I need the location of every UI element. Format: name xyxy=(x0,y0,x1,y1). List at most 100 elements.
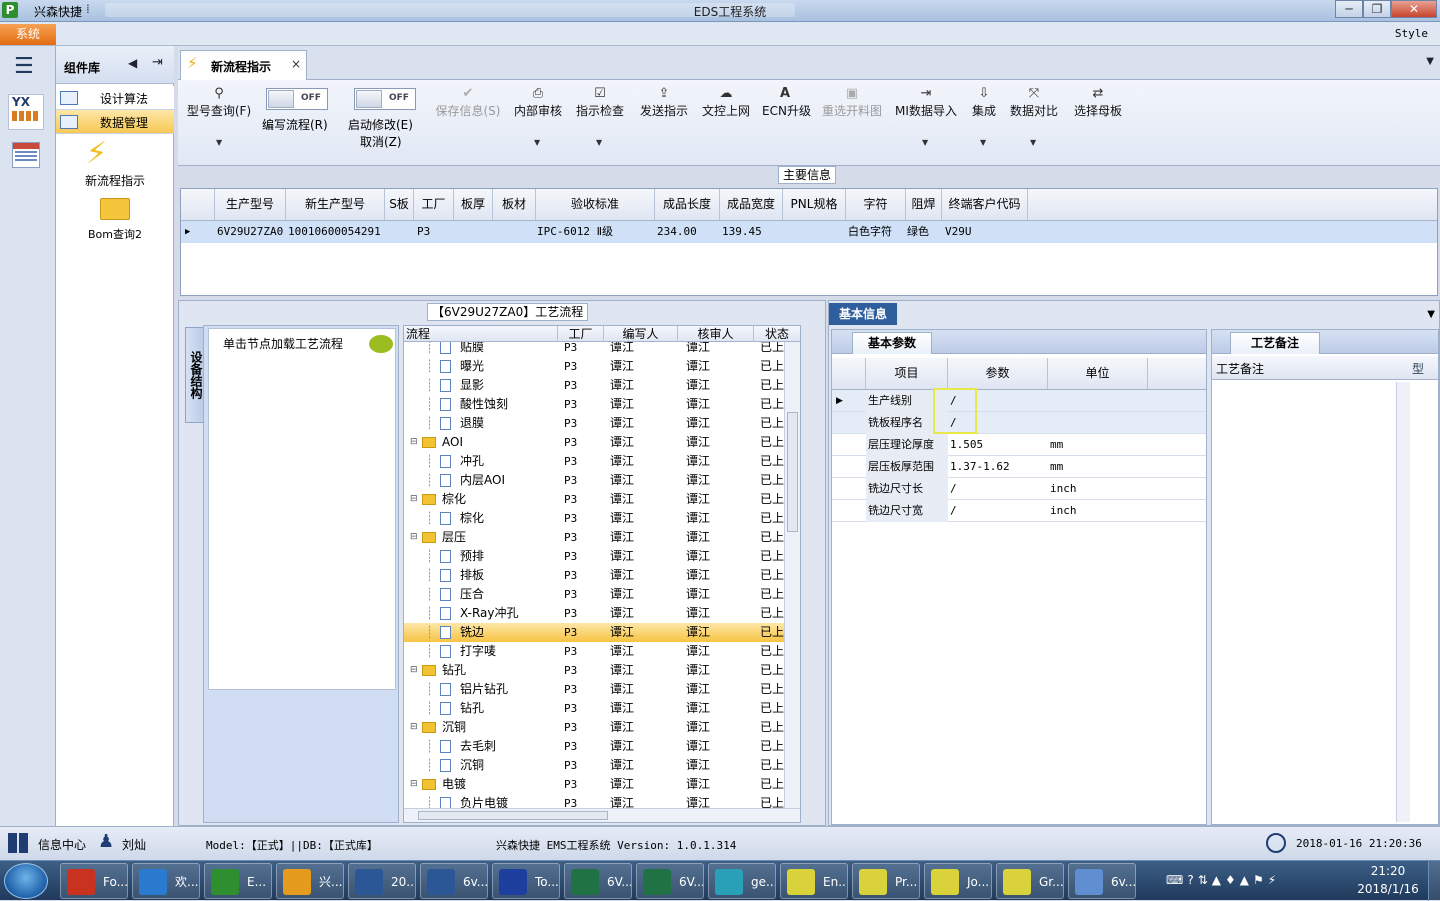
tree-row[interactable]: ⊟ 沉铜 P3 谭江 谭江 已上网 xyxy=(404,718,784,737)
tree-row[interactable]: ┊ 酸性蚀刻 P3 谭江 谭江 已上网 xyxy=(404,395,784,414)
tab-new-process[interactable]: ⚡ 新流程指示 × xyxy=(180,50,307,80)
taskbar-app[interactable]: 6V... xyxy=(564,863,632,899)
doc-control-online-button[interactable]: ☁ 文控上网 xyxy=(700,86,752,119)
select-mother-board-button[interactable]: ⇄ 选择母板 xyxy=(1072,86,1124,119)
nav-item-data-management[interactable]: 数据管理 xyxy=(56,110,174,134)
nav-item-design-algorithm[interactable]: 设计算法 xyxy=(56,86,174,110)
lightning-icon[interactable]: ⚡ xyxy=(86,138,107,170)
param-row[interactable]: 铣板程序名 / xyxy=(832,412,1206,434)
tree-row[interactable]: ┊ X-Ray冲孔 P3 谭江 谭江 已上网 xyxy=(404,604,784,623)
taskbar-date[interactable]: 2018/1/16 xyxy=(1352,882,1424,896)
tree-row[interactable]: ┊ 显影 P3 谭江 谭江 已上网 xyxy=(404,376,784,395)
collapse-toggle-icon[interactable]: ⊟ xyxy=(410,775,418,794)
taskbar-app[interactable]: Pr... xyxy=(852,863,920,899)
internal-review-button[interactable]: ⎙ 内部审核 ▼ xyxy=(512,86,564,147)
cancel-label[interactable]: 取消(Z) xyxy=(360,133,402,150)
tab-basic-params[interactable]: 基本参数 xyxy=(852,332,932,354)
collapse-toggle-icon[interactable]: ⊟ xyxy=(410,433,418,452)
header-cell[interactable]: 项目 xyxy=(866,358,948,389)
header-cell[interactable]: 编写人 xyxy=(604,326,678,342)
process-vertical-scrollbar[interactable] xyxy=(784,342,800,808)
taskbar-app[interactable]: 6v... xyxy=(420,863,488,899)
header-cell[interactable]: 状态 xyxy=(754,326,800,342)
param-row[interactable]: 层压理论厚度 1.505 mm xyxy=(832,434,1206,456)
header-cell[interactable]: 工厂 xyxy=(414,189,454,220)
folder-open-icon[interactable] xyxy=(100,198,130,220)
remarks-scrollbar[interactable] xyxy=(1396,382,1410,822)
header-cell[interactable]: 终端客户代码 xyxy=(942,189,1028,220)
system-menu-button[interactable]: 系统 xyxy=(0,24,56,45)
tree-row[interactable]: ⊟ 电镀 P3 谭江 谭江 已上网 xyxy=(404,775,784,794)
tree-row[interactable]: ┊ 曝光 P3 谭江 谭江 已上网 xyxy=(404,357,784,376)
tree-row[interactable]: ┊ 钻孔 P3 谭江 谭江 已上网 xyxy=(404,699,784,718)
model-query-button[interactable]: ⚲ 型号查询(F) ▼ xyxy=(184,86,254,147)
collapse-toggle-icon[interactable]: ⊟ xyxy=(410,490,418,509)
taskbar-app[interactable]: To... xyxy=(492,863,560,899)
header-cell[interactable]: 新生产型号 xyxy=(286,189,385,220)
scroll-thumb[interactable] xyxy=(418,811,608,820)
header-cell[interactable]: 核审人 xyxy=(678,326,754,342)
windows-grid-icon[interactable] xyxy=(8,833,28,853)
close-button[interactable]: ✕ xyxy=(1391,0,1437,18)
pin-panel-icon[interactable]: ⇥ xyxy=(152,55,163,70)
tree-row[interactable]: ⊟ AOI P3 谭江 谭江 已上网 xyxy=(404,433,784,452)
taskbar-app[interactable]: ge... xyxy=(708,863,776,899)
param-row[interactable]: 层压板厚范围 1.37-1.62 mm xyxy=(832,456,1206,478)
header-cell[interactable]: 参数 xyxy=(948,358,1048,389)
yx-factory-icon[interactable]: YX xyxy=(8,94,44,130)
tree-row[interactable]: ⊟ 层压 P3 谭江 谭江 已上网 xyxy=(404,528,784,547)
header-cell[interactable]: S板 xyxy=(385,189,414,220)
tree-row[interactable]: ┊ 退膜 P3 谭江 谭江 已上网 xyxy=(404,414,784,433)
header-cell[interactable]: 板厚 xyxy=(454,189,493,220)
header-cell[interactable]: 单位 xyxy=(1048,358,1148,389)
send-instruction-button[interactable]: ⇪ 发送指示 xyxy=(638,86,690,119)
tree-row[interactable]: ┊ 去毛刺 P3 谭江 谭江 已上网 xyxy=(404,737,784,756)
header-cell[interactable]: 成品宽度 xyxy=(720,189,783,220)
taskbar-app[interactable]: 欢... xyxy=(132,863,200,899)
taskbar-app[interactable]: 6V... xyxy=(636,863,704,899)
header-cell[interactable]: 型 xyxy=(1412,360,1424,377)
header-cell[interactable]: 字符 xyxy=(846,189,906,220)
tree-row[interactable]: ┊ 沉铜 P3 谭江 谭江 已上网 xyxy=(404,756,784,775)
bom-query-tool-label[interactable]: Bom查询2 xyxy=(56,226,174,242)
header-cell[interactable]: 流程 xyxy=(404,326,558,342)
header-cell[interactable]: 成品长度 xyxy=(655,189,720,220)
tree-row[interactable]: ┊ 冲孔 P3 谭江 谭江 已上网 xyxy=(404,452,784,471)
taskbar-app[interactable]: 兴... xyxy=(276,863,344,899)
header-cell[interactable]: 工厂 xyxy=(558,326,604,342)
minimize-button[interactable]: ─ xyxy=(1335,0,1363,18)
taskbar-app[interactable]: Jo... xyxy=(924,863,992,899)
tab-close-icon[interactable]: × xyxy=(291,57,301,71)
taskbar-app[interactable]: Fo... xyxy=(60,863,128,899)
tree-row[interactable]: ┊ 预排 P3 谭江 谭江 已上网 xyxy=(404,547,784,566)
start-modify-toggle[interactable]: OFF xyxy=(354,88,416,110)
new-process-tool-label[interactable]: 新流程指示 xyxy=(56,172,174,189)
tree-row[interactable]: ⊟ 钻孔 P3 谭江 谭江 已上网 xyxy=(404,661,784,680)
mi-data-import-button[interactable]: ⇥ MI数据导入 ▼ xyxy=(894,86,958,147)
header-cell[interactable]: 验收标准 xyxy=(536,189,655,220)
integrate-button[interactable]: ⇩ 集成 ▼ xyxy=(966,86,1002,147)
taskbar-app[interactable]: 20... xyxy=(348,863,416,899)
table-row[interactable]: ▶ 6V29U27ZA0 10010600054291 P3 IPC-6012 … xyxy=(181,221,1437,243)
taskbar-app[interactable]: Gr... xyxy=(996,863,1064,899)
panel-chevron-icon[interactable]: ▼ xyxy=(1427,309,1435,320)
header-cell[interactable]: 板材 xyxy=(493,189,536,220)
write-process-toggle[interactable]: OFF xyxy=(266,88,328,110)
tab-list-chevron-icon[interactable]: ▼ xyxy=(1426,56,1434,67)
hamburger-menu-icon[interactable]: ☰ xyxy=(14,56,34,78)
restore-button[interactable]: ❐ xyxy=(1363,0,1391,18)
show-desktop-button[interactable] xyxy=(1428,861,1440,901)
info-center-link[interactable]: 信息中心 xyxy=(38,836,86,853)
taskbar-app[interactable]: 6v... xyxy=(1068,863,1136,899)
start-button[interactable] xyxy=(4,863,48,899)
style-menu[interactable]: Style xyxy=(1395,27,1428,40)
param-row[interactable]: 铣边尺寸宽 / inch xyxy=(832,500,1206,522)
taskbar-app[interactable]: En... xyxy=(780,863,848,899)
param-value[interactable]: 1.37-1.62 xyxy=(950,456,1010,478)
param-row[interactable]: 铣边尺寸长 / inch xyxy=(832,478,1206,500)
param-value[interactable]: 1.505 xyxy=(950,434,983,456)
tree-row[interactable]: ┊ 贴膜 P3 谭江 谭江 已上网 xyxy=(404,342,784,357)
scroll-thumb[interactable] xyxy=(787,412,798,532)
tab-process-remarks[interactable]: 工艺备注 xyxy=(1230,332,1320,354)
tree-row[interactable]: ┊ 铣边 P3 谭江 谭江 已上网 xyxy=(404,623,784,642)
